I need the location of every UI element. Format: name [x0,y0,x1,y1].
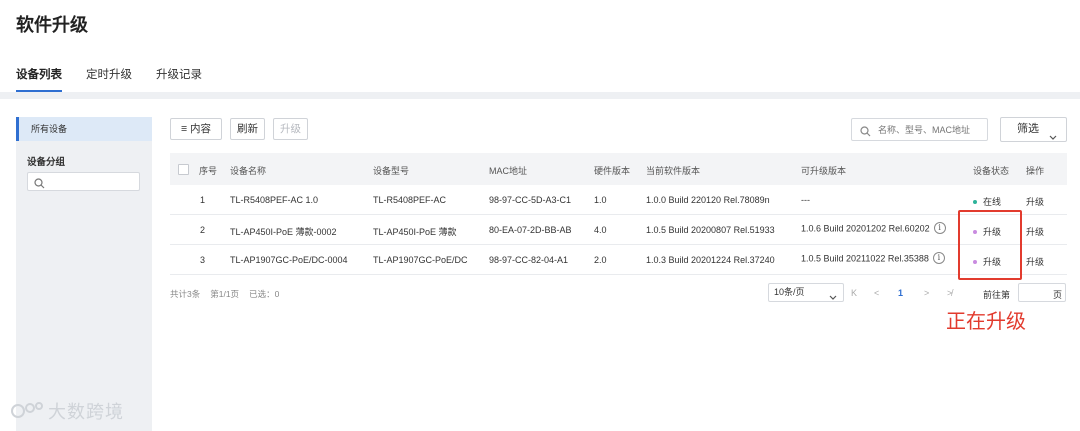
column-header: 设备名称 [230,166,267,176]
status-dot [973,199,977,204]
cell-upgradable-version: --- [801,195,810,205]
chevron-down-icon [1049,127,1057,150]
cell-hardware-version: 1.0 [594,195,607,205]
first-page-button[interactable]: K [851,288,857,298]
tab-bar: 设备列表 定时升级 升级记录 [16,66,226,92]
info-icon[interactable]: i [933,222,946,234]
refresh-button[interactable]: 刷新 [230,118,265,140]
current-page[interactable]: 1 [898,288,903,298]
sidebar: 所有设备 设备分组 [16,117,152,431]
cell-index: 1 [200,195,206,205]
page-size-select[interactable]: 10条/页 [768,283,844,302]
content-button[interactable]: ≡ 内容 [170,118,222,140]
cell-model: TL-AP1907GC-PoE/DC [373,255,468,265]
selected-count: 已选：0 [249,289,280,299]
tab-scheduled-upgrade[interactable]: 定时升级 [86,66,132,92]
select-all-checkbox[interactable] [178,164,189,175]
cell-model: TL-AP450I-PoE 薄款 [373,227,457,237]
tabbar-divider [0,92,1080,99]
cell-device-name: TL-AP450I-PoE 薄款-0002 [230,227,337,237]
cell-current-software: 1.0.5 Build 20200807 Rel.51933 [646,225,775,235]
software-upgrade-page: 软件升级 设备列表 定时升级 升级记录 所有设备 设备分组 ≡ 内容 刷新 升级… [0,0,1080,431]
column-header: 当前软件版本 [646,166,701,176]
goto-label: 前往第 [983,290,1011,300]
upgrade-button[interactable]: 升级 [273,118,308,140]
tab-device-list[interactable]: 设备列表 [16,66,62,92]
device-search-input[interactable] [878,122,983,137]
upgradable-version-text: 1.0.6 Build 20201202 Rel.60202 [801,223,930,234]
page-title: 软件升级 [16,15,88,35]
goto-unit: 页 [1053,290,1063,300]
next-page-button[interactable]: > [924,288,929,298]
column-header: 可升级版本 [801,166,847,176]
prev-page-button[interactable]: < [874,288,879,298]
cell-model: TL-R5408PEF-AC [373,195,447,205]
column-header: 操作 [1026,166,1045,176]
column-header: 设备型号 [373,166,410,176]
chevron-down-icon [829,290,837,307]
info-icon[interactable]: i [932,252,945,264]
page-info: 第1/1页 [210,289,240,299]
filter-label: 筛选 [1017,123,1039,135]
watermark: 大数跨境 [10,398,124,426]
table-row[interactable]: 3 TL-AP1907GC-PoE/DC-0004 TL-AP1907GC-Po… [170,245,1067,275]
total-count: 共计3条 [170,289,201,299]
cell-upgradable-version: 1.0.5 Build 20211022 Rel.35388 i [801,252,945,265]
tab-upgrade-records[interactable]: 升级记录 [156,66,202,92]
cell-hardware-version: 2.0 [594,255,607,265]
cell-current-software: 1.0.3 Build 20201224 Rel.37240 [646,255,775,265]
table-row[interactable]: 2 TL-AP450I-PoE 薄款-0002 TL-AP450I-PoE 薄款… [170,215,1067,245]
cell-device-name: TL-R5408PEF-AC 1.0 [230,195,319,205]
cell-mac: 80-EA-07-2D-BB-AB [489,225,572,235]
status-text: 在线 [983,197,1002,207]
cell-index: 3 [200,255,206,265]
sidebar-group-label: 设备分组 [27,157,66,168]
column-header: 设备状态 [973,166,1010,176]
cell-hardware-version: 4.0 [594,225,607,235]
cell-device-name: TL-AP1907GC-PoE/DC-0004 [230,255,348,265]
table-header: 序号 设备名称 设备型号 MAC地址 硬件版本 当前软件版本 可升级版本 设备状… [170,153,1067,185]
device-search-field[interactable] [851,118,988,141]
row-upgrade-link[interactable]: 升级 [1026,225,1044,238]
search-icon [34,176,45,194]
table-row[interactable]: 1 TL-R5408PEF-AC 1.0 TL-R5408PEF-AC 98-9… [170,185,1067,215]
upgrading-highlight-box [958,210,1022,280]
column-header: 硬件版本 [594,166,631,176]
table-summary: 共计3条 第1/1页 已选：0 [170,288,289,300]
upgradable-version-text: 1.0.5 Build 20211022 Rel.35388 [801,253,929,264]
cell-index: 2 [200,225,206,235]
filter-button[interactable]: 筛选 [1000,117,1067,142]
upgrading-annotation: 正在升级 [946,311,1026,333]
row-upgrade-link[interactable]: 升级 [1026,195,1044,208]
cell-upgradable-version: 1.0.6 Build 20201202 Rel.60202 i [801,222,946,235]
watermark-logo-icon [10,401,44,426]
cell-mac: 98-97-CC-5D-A3-C1 [489,195,572,205]
column-header: 序号 [199,166,218,176]
search-icon [860,124,871,142]
status-badge: 在线 [973,195,1001,208]
sidebar-item-all-devices[interactable]: 所有设备 [16,117,152,141]
last-page-button[interactable]: ≯ [947,288,952,298]
watermark-text: 大数跨境 [48,402,124,422]
page-size-value: 10条/页 [774,287,805,297]
sidebar-search-input[interactable] [27,172,140,191]
cell-mac: 98-97-CC-82-04-A1 [489,255,569,265]
row-upgrade-link[interactable]: 升级 [1026,255,1044,268]
column-header: MAC地址 [489,166,527,176]
cell-current-software: 1.0.0 Build 220120 Rel.78089n [646,195,770,205]
